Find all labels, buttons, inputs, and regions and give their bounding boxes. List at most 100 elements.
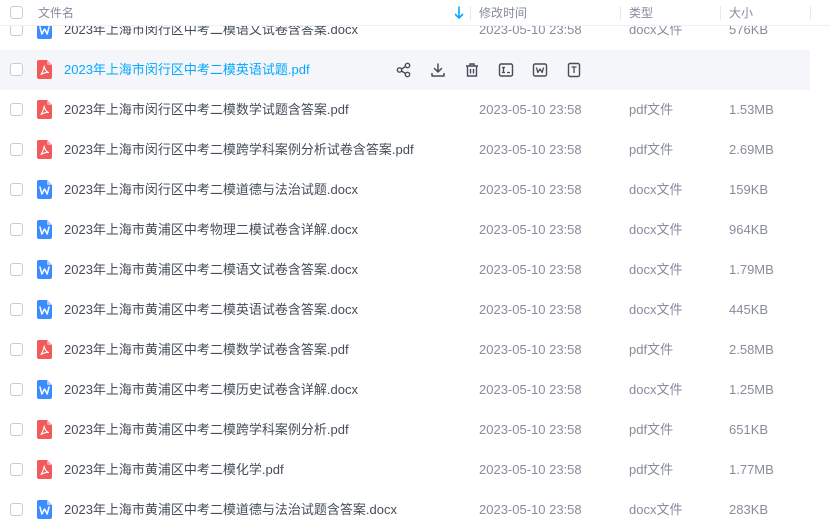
file-row[interactable]: 2023年上海市闵行区中考二模数学试题含答案.pdf 2023-05-10 23… [0, 90, 830, 130]
file-size: 1.77MB [729, 462, 774, 477]
file-row[interactable]: 2023年上海市黄浦区中考二模道德与法治试题含答案.docx 2023-05-1… [0, 490, 830, 529]
delete-icon[interactable] [463, 61, 481, 79]
row-checkbox[interactable] [10, 303, 23, 316]
file-name[interactable]: 2023年上海市闵行区中考二模跨学科案例分析试卷含答案.pdf [64, 130, 414, 170]
column-header-modified[interactable]: 修改时间 [479, 0, 527, 26]
file-name[interactable]: 2023年上海市黄浦区中考二模语文试卷含答案.docx [64, 250, 358, 290]
modified-time: 2023-05-10 23:58 [479, 142, 582, 157]
file-size: 2.58MB [729, 342, 774, 357]
file-size: 651KB [729, 422, 769, 437]
row-checkbox[interactable] [10, 223, 23, 236]
pdf-icon [37, 140, 52, 159]
row-checkbox[interactable] [10, 63, 23, 76]
row-checkbox[interactable] [10, 503, 23, 516]
file-name[interactable]: 2023年上海市黄浦区中考二模数学试卷含答案.pdf [64, 330, 349, 370]
row-checkbox[interactable] [10, 103, 23, 116]
more-icon[interactable] [565, 61, 583, 79]
file-name[interactable]: 2023年上海市黄浦区中考二模道德与法治试题含答案.docx [64, 490, 397, 529]
file-name[interactable]: 2023年上海市黄浦区中考二模英语试卷含答案.docx [64, 290, 358, 330]
file-size: 1.53MB [729, 102, 774, 117]
scrollbar[interactable] [826, 26, 830, 529]
row-checkbox[interactable] [10, 183, 23, 196]
docx-icon [37, 380, 52, 399]
sort-descending-icon[interactable] [454, 6, 464, 20]
file-size: 964KB [729, 222, 769, 237]
file-row[interactable]: 2023年上海市黄浦区中考二模化学.pdf 2023-05-10 23:58 p… [0, 450, 830, 490]
docx-icon [37, 220, 52, 239]
file-type: pdf文件 [629, 422, 674, 437]
file-row[interactable]: 2023年上海市闵行区中考二模英语试题.pdf [0, 50, 810, 90]
file-name[interactable]: 2023年上海市黄浦区中考二模化学.pdf [64, 450, 284, 490]
file-type: docx文件 [629, 302, 683, 317]
word-icon[interactable] [531, 61, 549, 79]
modified-time: 2023-05-10 23:58 [479, 262, 582, 277]
pdf-icon [37, 420, 52, 439]
file-name[interactable]: 2023年上海市闵行区中考二模英语试题.pdf [64, 50, 310, 90]
file-size: 576KB [729, 26, 769, 37]
file-row[interactable]: 2023年上海市闵行区中考二模道德与法治试题.docx 2023-05-10 2… [0, 170, 830, 210]
row-checkbox[interactable] [10, 26, 23, 36]
column-header-name[interactable]: 文件名 [38, 0, 74, 26]
pdf-icon [37, 460, 52, 479]
rename-icon[interactable] [497, 61, 515, 79]
file-name[interactable]: 2023年上海市黄浦区中考二模历史试卷含详解.docx [64, 370, 358, 410]
file-type: docx文件 [629, 382, 683, 397]
file-size: 2.69MB [729, 142, 774, 157]
row-checkbox[interactable] [10, 383, 23, 396]
file-rows: 2023年上海市闵行区中考二模语文试卷含答案.docx 2023-05-10 2… [0, 26, 830, 529]
pdf-icon [37, 340, 52, 359]
file-row[interactable]: 2023年上海市黄浦区中考二模跨学科案例分析.pdf 2023-05-10 23… [0, 410, 830, 450]
download-icon[interactable] [429, 61, 447, 79]
column-divider [470, 6, 471, 20]
row-checkbox[interactable] [10, 463, 23, 476]
row-checkbox[interactable] [10, 143, 23, 156]
modified-time: 2023-05-10 23:58 [479, 342, 582, 357]
modified-time: 2023-05-10 23:58 [479, 26, 582, 37]
file-name[interactable]: 2023年上海市黄浦区中考二模跨学科案例分析.pdf [64, 410, 349, 450]
file-name[interactable]: 2023年上海市黄浦区中考物理二模试卷含详解.docx [64, 210, 358, 250]
docx-icon [37, 300, 52, 319]
file-name[interactable]: 2023年上海市闵行区中考二模语文试卷含答案.docx [64, 26, 358, 50]
modified-time: 2023-05-10 23:58 [479, 182, 582, 197]
modified-time: 2023-05-10 23:58 [479, 422, 582, 437]
file-row[interactable]: 2023年上海市闵行区中考二模语文试卷含答案.docx 2023-05-10 2… [0, 26, 830, 50]
file-row[interactable]: 2023年上海市黄浦区中考二模历史试卷含详解.docx 2023-05-10 2… [0, 370, 830, 410]
file-list: 2023年上海市闵行区中考二模语文试卷含答案.docx 2023-05-10 2… [0, 26, 830, 529]
file-type: pdf文件 [629, 462, 674, 477]
file-name[interactable]: 2023年上海市闵行区中考二模数学试题含答案.pdf [64, 90, 349, 130]
modified-time: 2023-05-10 23:58 [479, 382, 582, 397]
file-row[interactable]: 2023年上海市黄浦区中考物理二模试卷含详解.docx 2023-05-10 2… [0, 210, 830, 250]
file-size: 159KB [729, 182, 769, 197]
file-type: docx文件 [629, 182, 683, 197]
share-icon[interactable] [395, 61, 413, 79]
column-divider [810, 6, 811, 20]
select-all-checkbox[interactable] [10, 6, 23, 19]
modified-time: 2023-05-10 23:58 [479, 302, 582, 317]
docx-icon [37, 500, 52, 519]
column-header-size[interactable]: 大小 [729, 0, 753, 26]
file-row[interactable]: 2023年上海市黄浦区中考二模语文试卷含答案.docx 2023-05-10 2… [0, 250, 830, 290]
modified-time: 2023-05-10 23:58 [479, 502, 582, 517]
file-size: 283KB [729, 502, 769, 517]
docx-icon [37, 260, 52, 279]
file-size: 1.79MB [729, 262, 774, 277]
file-name[interactable]: 2023年上海市闵行区中考二模道德与法治试题.docx [64, 170, 358, 210]
column-divider [720, 6, 721, 20]
file-size: 1.25MB [729, 382, 774, 397]
file-type: docx文件 [629, 26, 683, 37]
file-type: pdf文件 [629, 342, 674, 357]
file-type: pdf文件 [629, 102, 674, 117]
file-row[interactable]: 2023年上海市闵行区中考二模跨学科案例分析试卷含答案.pdf 2023-05-… [0, 130, 830, 170]
file-row[interactable]: 2023年上海市黄浦区中考二模英语试卷含答案.docx 2023-05-10 2… [0, 290, 830, 330]
column-header-type[interactable]: 类型 [629, 0, 653, 26]
file-size: 445KB [729, 302, 769, 317]
docx-icon [37, 180, 52, 199]
file-type: docx文件 [629, 262, 683, 277]
row-checkbox[interactable] [10, 343, 23, 356]
file-row[interactable]: 2023年上海市黄浦区中考二模数学试卷含答案.pdf 2023-05-10 23… [0, 330, 830, 370]
row-checkbox[interactable] [10, 423, 23, 436]
row-checkbox[interactable] [10, 263, 23, 276]
modified-time: 2023-05-10 23:58 [479, 222, 582, 237]
modified-time: 2023-05-10 23:58 [479, 462, 582, 477]
file-type: pdf文件 [629, 142, 674, 157]
